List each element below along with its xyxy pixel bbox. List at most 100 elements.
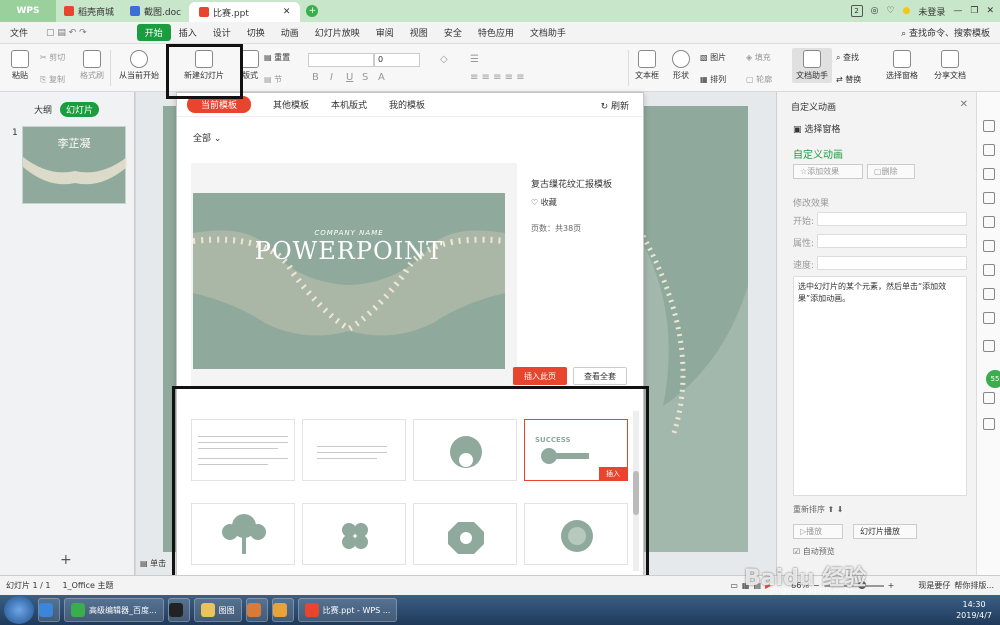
menu-file[interactable]: 文件: [0, 26, 36, 39]
image-icon[interactable]: [983, 312, 995, 324]
arrange-button[interactable]: ▦ 排列: [700, 74, 740, 85]
menu-slideshow[interactable]: 幻灯片放映: [307, 26, 368, 39]
paste-button[interactable]: 粘贴: [8, 50, 32, 81]
picture-button[interactable]: ▧ 图片: [700, 52, 740, 63]
start-select[interactable]: [817, 212, 967, 226]
zoom-in-icon[interactable]: +: [888, 581, 895, 590]
page-count-badge[interactable]: 2: [850, 5, 863, 17]
minimize-icon[interactable]: —: [953, 6, 962, 16]
replace-button[interactable]: ⇄ 替换: [836, 74, 876, 85]
login-text[interactable]: 未登录: [918, 5, 945, 18]
wps-home-tab[interactable]: WPS: [0, 0, 56, 22]
command-search[interactable]: ⌕ 查找命令、搜索模板: [901, 26, 1000, 39]
taskbar-app3[interactable]: [271, 598, 294, 622]
close-icon[interactable]: ✕: [283, 7, 291, 17]
bullet-list-icon[interactable]: ☰: [470, 54, 479, 65]
menu-design[interactable]: 设计: [205, 26, 239, 39]
star-icon[interactable]: [983, 264, 995, 276]
play-icon[interactable]: [983, 288, 995, 300]
auto-preview-checkbox[interactable]: ☑ 自动预览: [793, 546, 835, 557]
start-button[interactable]: [4, 596, 34, 624]
slideshow-button[interactable]: 幻灯片播放: [853, 524, 917, 539]
tab-my-templates[interactable]: 我的模板: [389, 98, 425, 111]
menu-review[interactable]: 审阅: [368, 26, 402, 39]
down-arrow-icon[interactable]: ⬇: [837, 505, 844, 514]
animation-list[interactable]: 选中幻灯片的某个元素，然后单击“添加效果”添加动画。: [793, 276, 967, 496]
reset-button[interactable]: ▤ 重置: [264, 52, 300, 63]
taskbar-app[interactable]: [38, 598, 60, 622]
font-family-select[interactable]: [308, 53, 374, 67]
pointer-icon[interactable]: [983, 120, 995, 132]
view-all-button[interactable]: 查看全套: [573, 367, 627, 385]
help-icon[interactable]: [983, 418, 995, 430]
sliders-icon[interactable]: [983, 192, 995, 204]
pane-title[interactable]: 自定义动画: [791, 100, 836, 113]
refresh-button[interactable]: ↻ 刷新: [601, 99, 629, 112]
taskbar-qq[interactable]: [167, 598, 190, 622]
underline-icon[interactable]: U: [346, 72, 353, 83]
text-box-button[interactable]: 文本框: [632, 50, 662, 81]
insert-page-button[interactable]: 插入此页: [513, 367, 567, 385]
menu-animation[interactable]: 动画: [273, 26, 307, 39]
menu-home[interactable]: 开始: [136, 24, 171, 41]
shirt-icon[interactable]: ♡: [886, 6, 894, 16]
tab-local-layouts[interactable]: 本机版式: [331, 98, 367, 111]
badge-circle[interactable]: 55: [986, 370, 1000, 388]
clear-format-icon[interactable]: ◇: [440, 54, 448, 65]
select-pane-button[interactable]: 选择窗格: [884, 50, 920, 81]
copy-icon[interactable]: [983, 168, 995, 180]
from-current-button[interactable]: 从当前开始: [116, 50, 162, 81]
layers-icon[interactable]: [983, 240, 995, 252]
speed-select[interactable]: [817, 256, 967, 270]
tab-ppt[interactable]: 比赛.ppt ✕: [189, 2, 301, 22]
fill-button[interactable]: ◈ 填充: [746, 52, 786, 63]
doc-helper-button[interactable]: 文档助手: [792, 48, 832, 83]
user-name[interactable]: 现是要仔: [918, 580, 950, 591]
shadow-icon[interactable]: S: [362, 72, 368, 83]
cut-button[interactable]: ✂ 剪切: [40, 52, 76, 63]
history-icon[interactable]: [983, 392, 995, 404]
system-clock[interactable]: 14:30 2019/4/7: [956, 599, 1000, 621]
add-effect-button[interactable]: ☆ 添加效果: [793, 164, 863, 179]
taskbar-app2[interactable]: [245, 598, 268, 622]
play-button[interactable]: ▷ 播放: [793, 524, 843, 539]
template-preview-slide[interactable]: COMPANY NAME POWERPOINT: [193, 193, 505, 369]
add-slide-icon[interactable]: +: [60, 552, 72, 568]
bold-icon[interactable]: B: [312, 72, 319, 83]
window-close-icon[interactable]: ✕: [986, 6, 994, 16]
up-arrow-icon[interactable]: ⬆: [828, 505, 835, 514]
menu-security[interactable]: 安全: [436, 26, 470, 39]
notes-label[interactable]: ▤ 单击: [140, 558, 166, 569]
property-select[interactable]: [817, 234, 967, 248]
tab-slides[interactable]: 幻灯片: [60, 102, 100, 117]
menu-insert[interactable]: 插入: [171, 26, 205, 39]
taskbar-wps[interactable]: 比赛.ppt - WPS ...: [297, 598, 398, 622]
font-size-select[interactable]: 0: [374, 53, 420, 67]
copy-button[interactable]: ⎘ 复制: [40, 74, 76, 85]
favorite-button[interactable]: ♡ 收藏: [531, 197, 557, 208]
filter-dropdown[interactable]: 全部 ⌄: [193, 131, 221, 144]
find-button[interactable]: ⌕ 查找: [836, 52, 876, 63]
view-normal-icon[interactable]: ▭: [730, 581, 738, 590]
tab-doc[interactable]: 截图.doc: [122, 0, 189, 22]
italic-icon[interactable]: I: [330, 72, 333, 83]
note-icon[interactable]: [983, 216, 995, 228]
volume-icon[interactable]: [983, 340, 995, 352]
pane-close-icon[interactable]: ✕: [960, 99, 968, 110]
slide-thumbnail[interactable]: 李芷凝: [22, 126, 127, 204]
menu-doc-helper[interactable]: 文档助手: [522, 26, 574, 39]
delete-button[interactable]: ▢ 删除: [867, 164, 915, 179]
select-pane-link[interactable]: ▣ 选择窗格: [793, 122, 840, 135]
tab-other-templates[interactable]: 其他模板: [273, 98, 309, 111]
menu-features[interactable]: 特色应用: [470, 26, 522, 39]
maximize-icon[interactable]: ❐: [970, 6, 978, 16]
tab-shop[interactable]: 稻壳商城: [56, 0, 122, 22]
quick-access-icons[interactable]: ▢ ▤ ↶ ↷: [36, 28, 137, 38]
font-color-icon[interactable]: A: [378, 72, 385, 83]
promo-text[interactable]: 帮你排版...: [954, 580, 994, 591]
format-painter-button[interactable]: 格式刷: [78, 50, 106, 81]
taskbar-folder[interactable]: 图图: [193, 598, 242, 622]
skin-icon[interactable]: ◎: [871, 6, 879, 16]
share-button[interactable]: 分享文档: [932, 50, 968, 81]
link-icon[interactable]: [983, 144, 995, 156]
